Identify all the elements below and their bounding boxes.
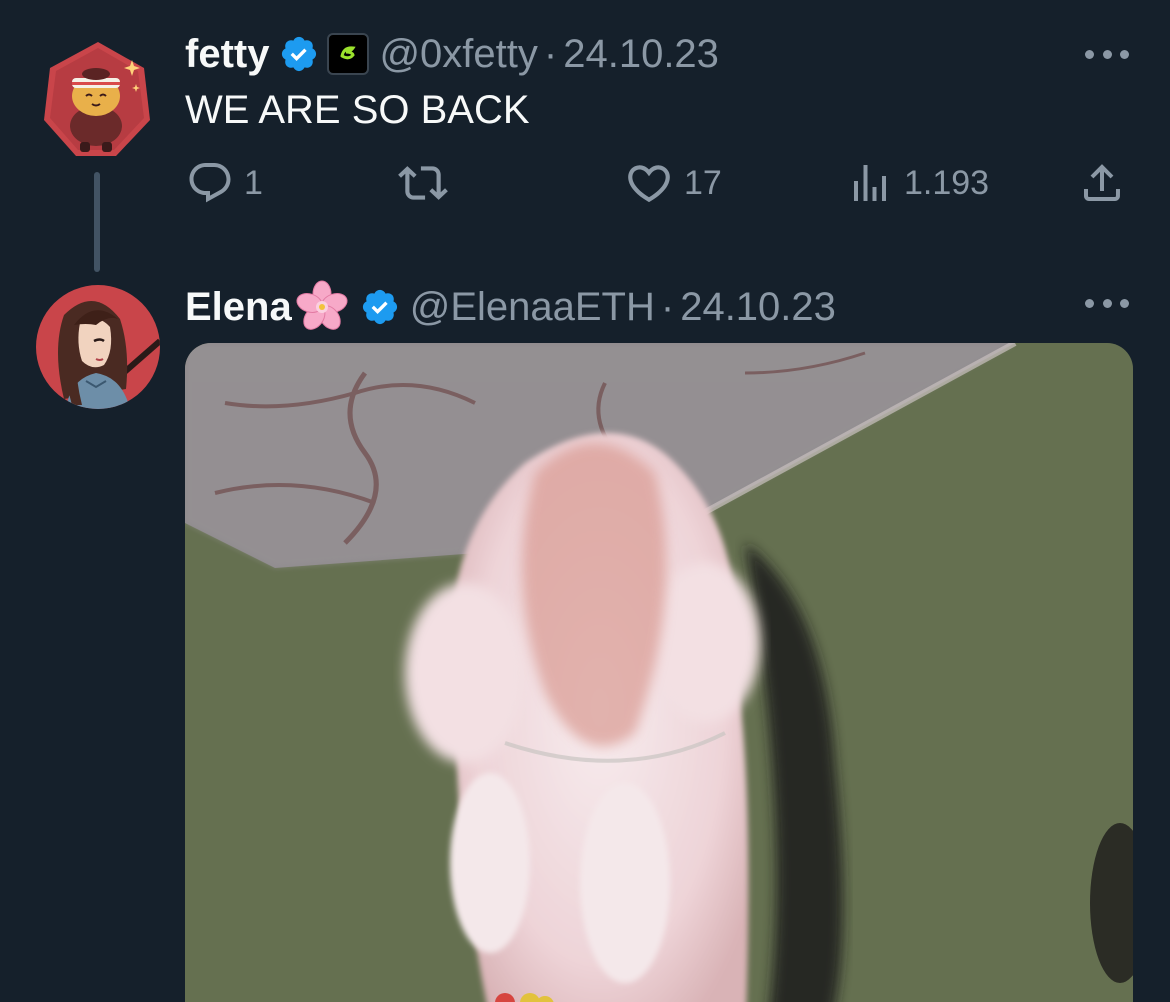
user-handle[interactable]: @0xfetty — [379, 30, 537, 78]
timeline-thread: fetty @0xfetty · 24.10.23 WE ARE SO BACK… — [0, 0, 1170, 1002]
avatar[interactable] — [36, 38, 160, 162]
more-dots-icon — [1120, 49, 1129, 59]
share-button[interactable] — [1078, 158, 1126, 208]
tweet-header: Elena @ElenaaETH · 24.10.23 — [185, 279, 836, 335]
retweet-button[interactable] — [398, 158, 448, 208]
more-dots-icon — [1085, 298, 1094, 308]
avatar-fetty-image — [44, 42, 150, 156]
view-count: 1.193 — [904, 163, 990, 202]
verified-badge-icon[interactable] — [360, 287, 400, 327]
heart-icon — [628, 165, 670, 203]
avatar[interactable] — [36, 285, 160, 409]
thread-connector-line — [94, 172, 100, 272]
cherry-blossom-icon — [294, 279, 350, 335]
reply-count: 1 — [244, 163, 263, 202]
tweet-media-photo[interactable] — [185, 343, 1133, 1002]
tweet-date[interactable]: 24.10.23 — [563, 30, 719, 78]
more-dots-icon — [1085, 49, 1094, 59]
user-handle[interactable]: @ElenaaETH — [410, 283, 655, 331]
separator-dot: · — [543, 32, 558, 76]
like-button[interactable]: 17 — [624, 158, 722, 208]
cat-photo-image — [185, 343, 1133, 1002]
more-dots-icon — [1102, 298, 1112, 308]
views-chart-icon — [854, 165, 886, 201]
display-name[interactable]: fetty — [185, 30, 269, 78]
avatar-elena-image — [36, 285, 160, 409]
affiliate-badge-icon[interactable] — [327, 33, 370, 75]
separator-dot: · — [660, 285, 675, 329]
reply-button[interactable]: 1 — [186, 158, 263, 208]
tweet-date[interactable]: 24.10.23 — [680, 283, 836, 331]
tweet-text: WE ARE SO BACK — [185, 88, 530, 132]
verified-badge-icon[interactable] — [279, 34, 319, 74]
tweet-header: fetty @0xfetty · 24.10.23 — [185, 30, 719, 78]
views-button[interactable]: 1.193 — [846, 158, 989, 208]
like-count: 17 — [684, 163, 722, 202]
more-options-button[interactable] — [1085, 293, 1129, 313]
more-dots-icon — [1102, 49, 1112, 59]
retweet-icon — [398, 166, 448, 200]
reply-icon — [189, 163, 231, 203]
more-options-button[interactable] — [1085, 44, 1129, 64]
display-name[interactable]: Elena — [185, 283, 292, 331]
share-icon — [1084, 164, 1120, 201]
more-dots-icon — [1120, 298, 1129, 308]
